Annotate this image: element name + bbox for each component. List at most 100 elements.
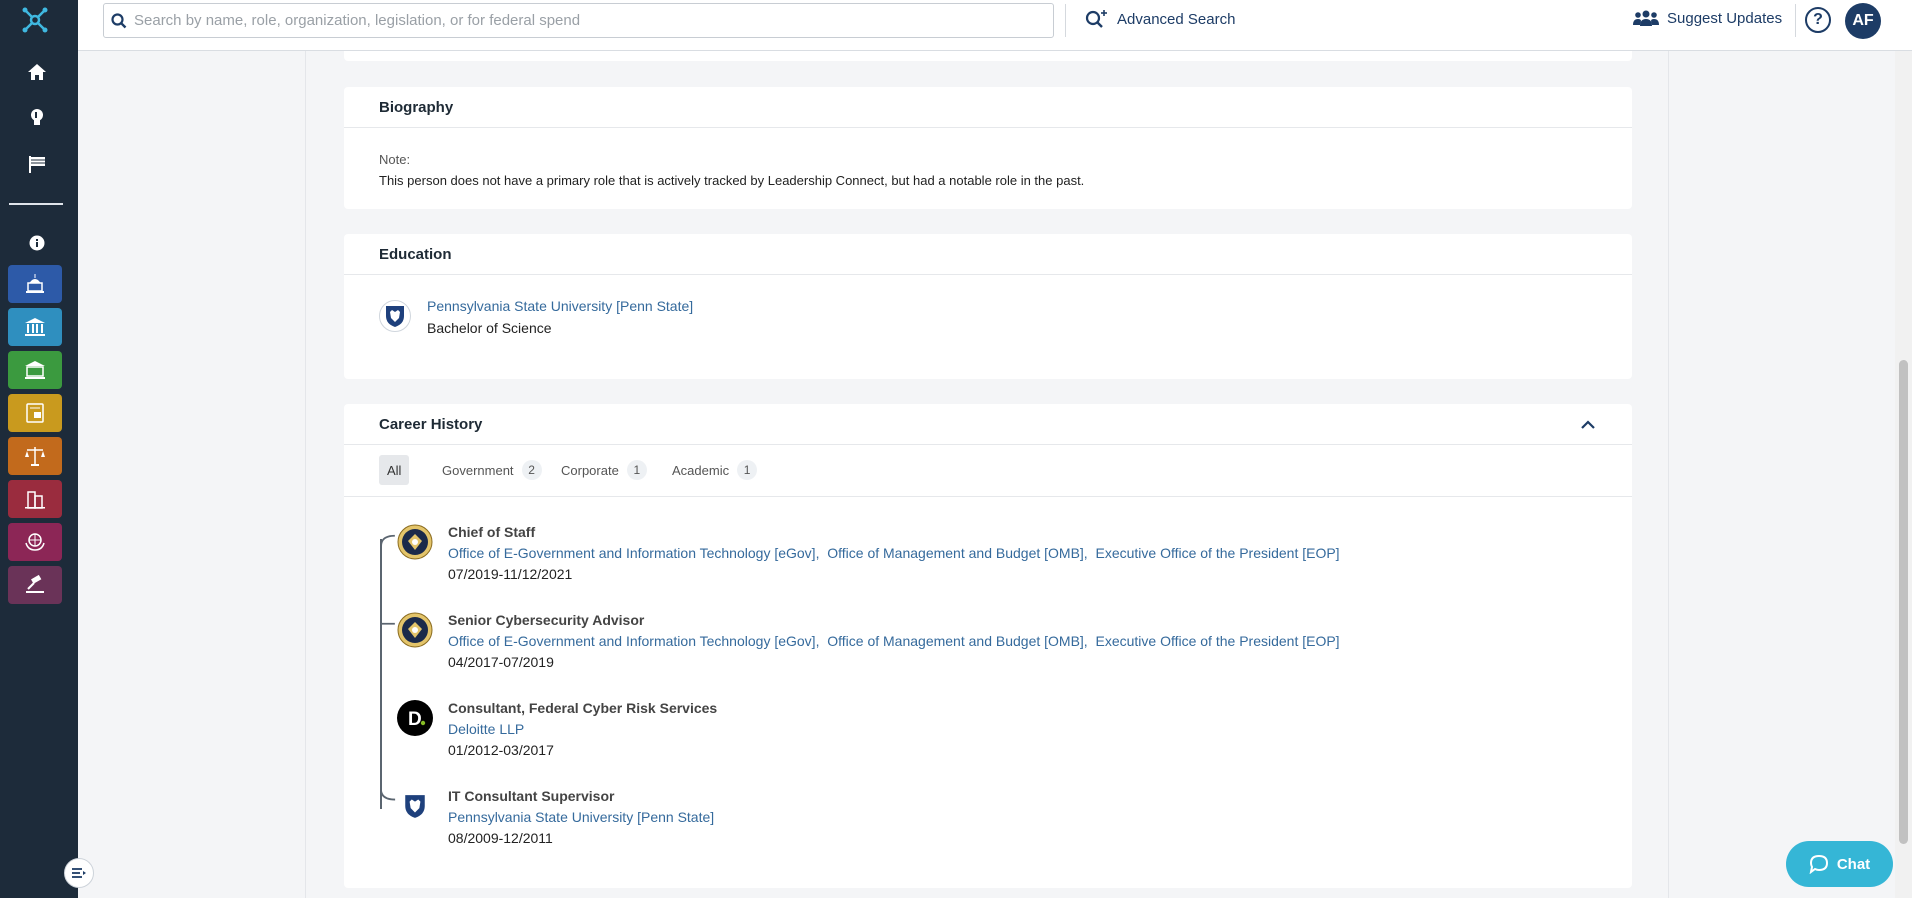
org-link-egov[interactable]: Office of E-Government and Information T…: [448, 633, 819, 649]
sidebar-divider: [9, 203, 63, 205]
sidebar-expand-button[interactable]: [64, 858, 94, 888]
logo-icon[interactable]: [21, 6, 49, 34]
chat-bubble-icon: [1809, 854, 1828, 874]
org-link-eop[interactable]: Executive Office of the President [EOP]: [1095, 545, 1339, 561]
job-orgs: Office of E-Government and Information T…: [448, 633, 1340, 649]
career-history-title: Career History: [344, 404, 1632, 445]
job-dates: 04/2017-07/2019: [448, 654, 554, 670]
education-card: Education Pennsylvania State University …: [344, 234, 1632, 379]
gavel-tile[interactable]: [8, 566, 62, 604]
org-link-eop[interactable]: Executive Office of the President [EOP]: [1095, 633, 1339, 649]
job-title: Chief of Staff: [448, 524, 536, 540]
timeline-connector: [380, 622, 395, 634]
scales-tile[interactable]: [8, 437, 62, 475]
job-dates: 07/2019-11/12/2021: [448, 566, 573, 582]
home-icon[interactable]: [23, 58, 51, 86]
penn-state-logo-icon: [397, 788, 433, 824]
suggest-updates-button[interactable]: Suggest Updates: [1633, 9, 1782, 27]
note-text: This person does not have a primary role…: [379, 173, 1085, 188]
globe-hands-tile[interactable]: [8, 523, 62, 561]
job-title: IT Consultant Supervisor: [448, 788, 615, 804]
career-item: Senior Cybersecurity Advisor Office of E…: [344, 612, 1632, 692]
globe-hands-icon: [25, 533, 45, 551]
note-label: Note:: [379, 152, 411, 167]
capitol-icon: [26, 274, 44, 293]
presidential-seal-icon: [397, 524, 433, 560]
search-icon: [104, 12, 134, 29]
advanced-search-label: Advanced Search: [1117, 10, 1236, 28]
org-link-omb[interactable]: Office of Management and Budget [OMB],: [827, 633, 1087, 649]
tab-academic-label: Academic: [672, 462, 730, 478]
tab-government-label: Government: [442, 462, 514, 478]
tab-academic-count: 1: [737, 460, 758, 480]
career-item: Chief of Staff Office of E-Government an…: [344, 524, 1632, 604]
career-item: D Consultant, Federal Cyber Risk Service…: [344, 700, 1632, 780]
sidebar: [0, 0, 78, 898]
job-dates: 01/2012-03/2017: [448, 742, 554, 758]
job-title: Consultant, Federal Cyber Risk Services: [448, 700, 718, 716]
menu-expand-icon: [72, 868, 86, 878]
topbar-separator: [1065, 4, 1066, 37]
search-input[interactable]: [134, 12, 1053, 29]
gavel-icon: [26, 574, 44, 593]
education-degree: Bachelor of Science: [427, 320, 552, 336]
presidential-seal-icon: [397, 612, 433, 648]
help-icon[interactable]: ?: [1805, 7, 1831, 33]
org-link-deloitte[interactable]: Deloitte LLP: [448, 721, 524, 737]
capitol-tile[interactable]: [8, 265, 62, 303]
scales-icon: [25, 447, 45, 466]
tab-government-count: 2: [521, 460, 542, 480]
federal-building-icon: [25, 318, 45, 336]
previous-card-bottom: [344, 51, 1632, 61]
tab-government[interactable]: Government 2: [434, 455, 550, 485]
tab-corporate-label: Corporate: [561, 462, 619, 478]
penn-state-logo-icon: [379, 300, 411, 332]
id-card-tile[interactable]: [8, 394, 62, 432]
tab-corporate[interactable]: Corporate 1: [553, 455, 655, 485]
advanced-search-icon: [1085, 10, 1107, 28]
top-bar: Advanced Search Suggest Updates ? AF: [78, 0, 1912, 51]
career-tabs: All Government 2 Corporate 1 Academic 1: [344, 445, 1632, 497]
education-school-link[interactable]: Pennsylvania State University [Penn Stat…: [427, 298, 693, 314]
job-orgs: Deloitte LLP: [448, 721, 524, 737]
career-history-title-text: Career History: [379, 415, 483, 433]
city-tile[interactable]: [8, 480, 62, 518]
chat-button[interactable]: Chat: [1786, 841, 1893, 887]
federal-building-tile[interactable]: [8, 308, 62, 346]
users-icon: [1633, 10, 1659, 26]
tab-academic[interactable]: Academic 1: [664, 455, 765, 485]
state-building-tile[interactable]: [8, 351, 62, 389]
scrollbar-thumb[interactable]: [1899, 360, 1908, 844]
page-scrollbar[interactable]: [1895, 51, 1912, 898]
user-avatar[interactable]: AF: [1845, 3, 1881, 39]
org-link-egov[interactable]: Office of E-Government and Information T…: [448, 545, 819, 561]
biography-card: Biography Note: This person does not hav…: [344, 87, 1632, 209]
tab-corporate-count: 1: [626, 460, 647, 480]
suggest-updates-label: Suggest Updates: [1667, 9, 1783, 27]
career-history-card: Career History All Government 2 Corporat…: [344, 404, 1632, 888]
career-item: IT Consultant Supervisor Pennsylvania St…: [344, 788, 1632, 868]
education-title: Education: [344, 234, 1632, 275]
state-building-icon: [25, 361, 45, 379]
job-orgs: Office of E-Government and Information T…: [448, 545, 1340, 561]
chevron-up-icon[interactable]: [1580, 417, 1596, 434]
timeline-connector: [380, 788, 396, 801]
tab-all[interactable]: All: [379, 455, 410, 485]
job-dates: 08/2009-12/2011: [448, 830, 553, 846]
job-orgs: Pennsylvania State University [Penn Stat…: [448, 809, 714, 825]
flag-icon[interactable]: [23, 150, 51, 178]
chat-label: Chat: [1836, 855, 1871, 873]
info-icon[interactable]: [23, 229, 51, 257]
deloitte-logo-icon: D: [397, 700, 433, 736]
timeline-connector: [380, 534, 395, 546]
advanced-search-button[interactable]: Advanced Search: [1085, 9, 1235, 29]
svg-text:D: D: [408, 709, 422, 730]
search-box[interactable]: [103, 3, 1054, 38]
org-link-omb[interactable]: Office of Management and Budget [OMB],: [827, 545, 1087, 561]
tab-all-label: All: [387, 462, 402, 478]
job-title: Senior Cybersecurity Advisor: [448, 612, 645, 628]
city-icon: [25, 491, 45, 509]
lightbulb-icon[interactable]: [23, 104, 51, 132]
biography-title: Biography: [344, 87, 1632, 128]
org-link-penn-state[interactable]: Pennsylvania State University [Penn Stat…: [448, 809, 714, 825]
